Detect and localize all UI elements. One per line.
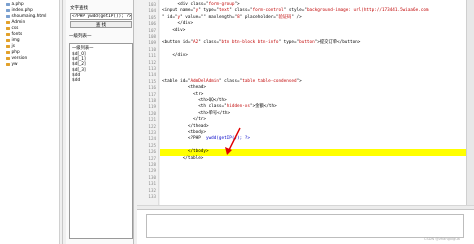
annotation-arrow	[225, 127, 241, 155]
watermark-text: CSDN @zhangxigua	[424, 237, 460, 241]
output-box[interactable]	[146, 214, 464, 238]
